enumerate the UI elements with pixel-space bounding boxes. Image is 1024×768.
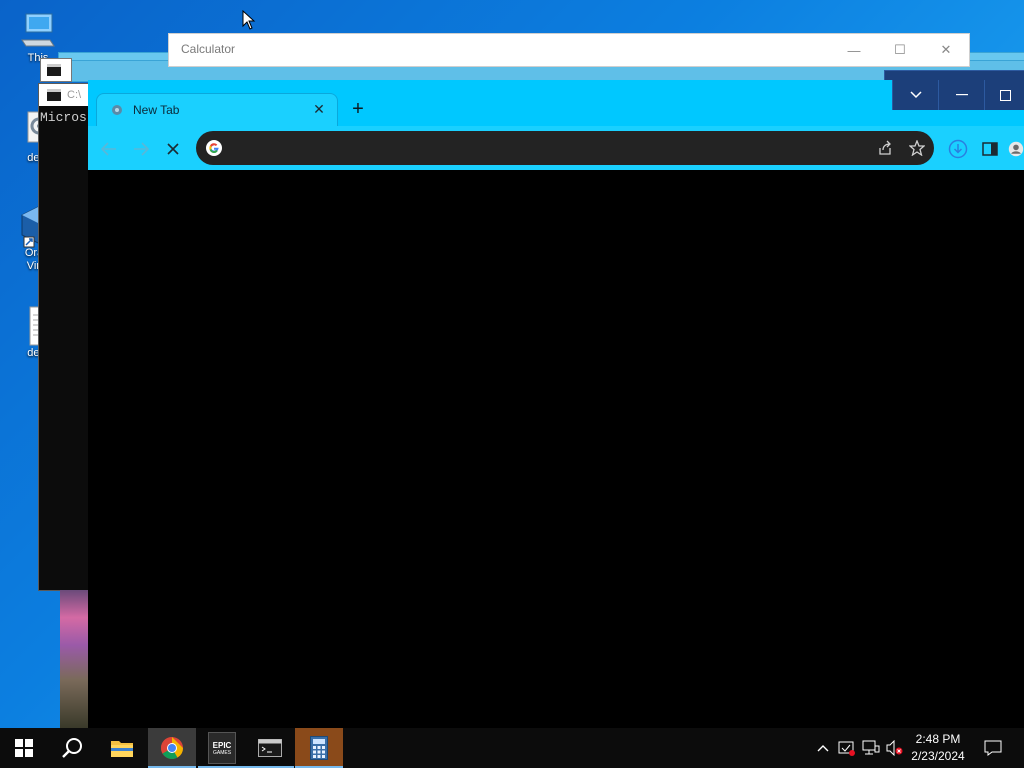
omnibox[interactable] [196,131,934,165]
calculator-window[interactable]: Calculator — ☐ ✕ [168,33,970,67]
windows-security-icon [838,741,855,756]
console-window[interactable]: C:\ Micros [38,83,92,591]
arrow-left-icon [101,142,116,156]
console-icon [47,89,61,101]
calculator-close-button[interactable]: ✕ [923,34,969,66]
tab-close-button[interactable]: ✕ [309,99,329,119]
folder-icon [111,741,133,757]
side-panel-button[interactable] [980,139,1000,159]
share-button[interactable] [876,139,894,157]
console-titlebar[interactable]: C:\ [39,84,91,106]
taskbar-chrome[interactable] [148,728,196,768]
tray-security-icon-button[interactable] [838,738,856,758]
chevron-up-icon [817,745,829,752]
chrome-favicon-icon [112,105,122,115]
taskbar-terminal[interactable] [246,728,294,768]
epic-games-icon: EPIC GAMES [208,732,236,764]
download-icon [948,139,968,159]
clock-time: 2:48 PM [915,732,961,746]
stop-loading-button[interactable] [162,138,184,160]
console-text: Micros [40,110,87,125]
calculator-title: Calculator [181,42,236,56]
start-button[interactable] [0,728,48,768]
downloads-button[interactable] [948,139,968,159]
network-icon [862,740,880,755]
chrome-icon [161,737,183,759]
tray-network-button[interactable] [862,738,880,758]
google-icon [206,140,222,156]
chrome-tabstrip[interactable]: New Tab ✕ + [88,80,1024,127]
epic-games-label: EPIC [212,740,232,750]
profile-button[interactable] [1008,139,1024,159]
taskbar-file-explorer[interactable] [98,728,146,768]
maximize-icon [999,89,1011,101]
star-icon [909,140,925,156]
new-tab-button[interactable]: + [346,97,370,121]
tray-volume-button[interactable] [886,738,904,758]
show-hidden-icons-button[interactable] [814,738,832,758]
search-button[interactable] [48,728,96,768]
chrome-maximize-button[interactable] [984,80,1024,110]
chrome-minimize-button[interactable] [938,80,985,110]
share-icon [879,140,891,155]
taskbar-clock[interactable]: 2:48 PM 2/23/2024 [906,731,970,765]
forward-button[interactable] [130,138,152,160]
console-title: C:\ [67,89,82,101]
chevron-down-icon [910,91,922,99]
windows-icon [15,739,33,757]
arrow-right-icon [134,142,149,156]
bookmark-star-button[interactable] [908,139,926,157]
mouse-cursor-icon [242,10,256,30]
calculator-icon [310,736,328,760]
page-content[interactable] [88,170,1024,728]
minimize-icon [956,94,968,96]
back-button[interactable] [98,138,120,160]
avatar-icon [1008,141,1024,157]
calculator-minimize-button[interactable]: — [831,34,877,66]
calculator-maximize-button[interactable]: ☐ [877,34,923,66]
tab-title: New Tab [133,103,180,117]
taskbar-epic-games[interactable]: EPIC GAMES [198,728,246,768]
console-window-back[interactable] [40,58,72,82]
computer-icon [20,10,56,50]
tab-new-tab[interactable]: New Tab ✕ [96,93,338,127]
notification-icon [984,740,1002,756]
epic-games-sublabel: GAMES [212,749,232,756]
side-panel-icon [982,142,998,156]
clock-date: 2/23/2024 [911,749,965,763]
search-icon [62,738,82,758]
background-image-strip [60,590,88,728]
chrome-toolbar[interactable] [88,126,1024,170]
taskbar[interactable]: EPIC GAMES 2:48 PM 2/23/2024 [0,728,1024,768]
action-center-button[interactable] [982,738,1004,758]
volume-muted-icon [886,740,903,756]
close-icon [167,143,179,155]
console-icon [47,64,61,76]
taskbar-calculator[interactable] [295,728,343,768]
chrome-window[interactable]: New Tab ✕ + [88,80,1024,728]
omnibox-input[interactable] [234,137,838,161]
tab-search-dropdown-button[interactable] [892,80,939,110]
terminal-icon [258,739,282,757]
